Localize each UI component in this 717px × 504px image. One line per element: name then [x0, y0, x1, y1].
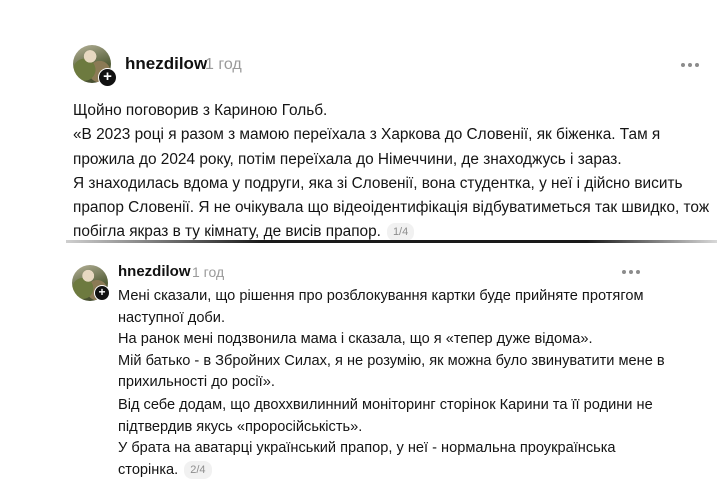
avatar[interactable]: + [73, 45, 117, 87]
page-indicator: 2/4 [184, 460, 212, 479]
avatar[interactable]: + [72, 265, 110, 301]
post-body-part-2: Від себе додам, що двоххвилинний монітор… [118, 395, 678, 481]
post-time: 1 год [192, 264, 225, 280]
divider [66, 240, 717, 243]
post-body-part-1: Мені сказали, що рішення про розблокуван… [118, 288, 665, 390]
plus-icon[interactable]: + [98, 68, 117, 87]
username[interactable]: hnezdilow [118, 263, 191, 280]
more-dots-icon[interactable] [681, 63, 699, 67]
username[interactable]: hnezdilow [125, 54, 207, 74]
thread-post-1: + hnezdilow 1 год Щойно поговорив з Кари… [0, 0, 717, 242]
more-dots-icon[interactable] [622, 270, 640, 274]
post-text: Щойно поговорив з Кариною Гольб. «В 2023… [73, 102, 710, 241]
post-time: 1 год [205, 56, 242, 73]
post-body: Щойно поговорив з Кариною Гольб. «В 2023… [73, 99, 713, 245]
plus-icon[interactable]: + [94, 285, 110, 301]
page-indicator: 1/4 [386, 223, 415, 242]
